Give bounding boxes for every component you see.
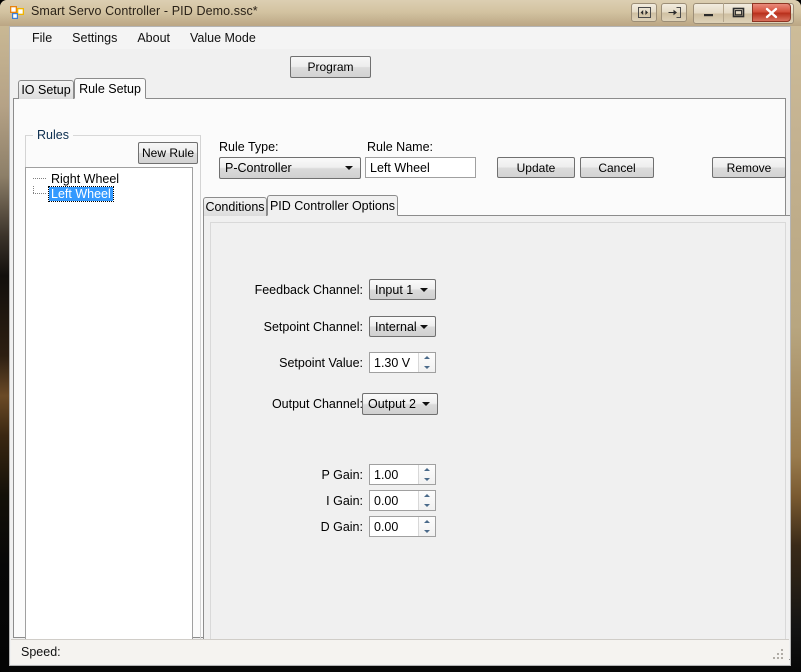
close-icon: [765, 7, 778, 18]
stepper-down-icon[interactable]: [419, 527, 435, 537]
chevron-down-icon: [422, 402, 430, 406]
tree-item-right-wheel[interactable]: Right Wheel: [26, 171, 192, 186]
rules-tree-view[interactable]: Right Wheel Left Wheel: [25, 167, 193, 651]
i-gain-stepper[interactable]: 0.00: [369, 490, 436, 511]
menu-item-settings[interactable]: Settings: [62, 28, 127, 48]
update-button[interactable]: Update: [497, 157, 575, 178]
detach-button[interactable]: [661, 3, 687, 22]
new-rule-button[interactable]: New Rule: [138, 142, 198, 164]
tree-connector-icon: [31, 186, 49, 201]
chevron-down-icon: [345, 166, 353, 170]
i-gain-value: 0.00: [374, 493, 399, 508]
panel-toggle-button[interactable]: [631, 3, 657, 22]
chevron-down-icon: [420, 324, 428, 329]
setpoint-value-stepper[interactable]: 1.30 V: [369, 352, 436, 373]
stepper-buttons[interactable]: [418, 465, 435, 484]
stepper-up-icon[interactable]: [419, 353, 435, 363]
panel-toggle-icon: [637, 7, 651, 18]
tree-connector-icon: [31, 171, 49, 186]
d-gain-label: D Gain:: [320, 520, 363, 534]
inner-tab-strip: Conditions PID Controller Options: [203, 195, 790, 216]
feedback-channel-value: Input 1: [375, 282, 414, 297]
cancel-button[interactable]: Cancel: [580, 157, 654, 178]
stepper-down-icon[interactable]: [419, 475, 435, 485]
program-button[interactable]: Program: [290, 56, 371, 78]
tree-item-label: Left Wheel: [48, 185, 114, 202]
close-button[interactable]: [752, 3, 791, 22]
app-icon: [10, 6, 24, 19]
i-gain-label: I Gain:: [326, 494, 363, 508]
chevron-down-icon: [420, 287, 428, 292]
status-bar: Speed:: [11, 639, 789, 664]
setpoint-channel-label: Setpoint Channel:: [263, 320, 363, 334]
rule-name-label: Rule Name:: [367, 140, 433, 154]
window-left-border: [0, 26, 9, 672]
output-channel-combobox[interactable]: Output 2: [362, 393, 438, 415]
window-right-border: [791, 26, 801, 672]
application-window: Smart Servo Controller - PID Demo.ssc* F…: [0, 0, 801, 672]
p-gain-label: P Gain:: [321, 468, 363, 482]
title-bar[interactable]: Smart Servo Controller - PID Demo.ssc*: [0, 0, 801, 26]
window-title: Smart Servo Controller - PID Demo.ssc*: [31, 4, 258, 18]
menu-item-about[interactable]: About: [127, 28, 180, 48]
remove-button[interactable]: Remove: [712, 157, 786, 178]
tree-item-left-wheel[interactable]: Left Wheel: [26, 185, 192, 202]
tab-conditions[interactable]: Conditions: [203, 197, 267, 216]
output-channel-value: Output 2: [368, 397, 416, 411]
client-area: File Settings About Value Mode Program I…: [9, 26, 791, 666]
rule-name-input[interactable]: Left Wheel: [365, 157, 476, 178]
d-gain-stepper[interactable]: 0.00: [369, 516, 436, 537]
d-gain-value: 0.00: [374, 519, 399, 534]
setpoint-channel-value: Internal: [375, 319, 417, 334]
detach-icon: [668, 7, 681, 18]
tab-rule-setup[interactable]: Rule Setup: [74, 78, 146, 99]
tree-item-label: Right Wheel: [51, 171, 120, 186]
p-gain-stepper[interactable]: 1.00: [369, 464, 436, 485]
menu-bar: File Settings About Value Mode: [10, 27, 790, 49]
output-channel-label: Output Channel:: [271, 397, 363, 411]
tab-pid-controller-options[interactable]: PID Controller Options: [267, 195, 398, 216]
rules-group-label: Rules: [33, 128, 73, 142]
stepper-up-icon[interactable]: [419, 491, 435, 501]
rule-type-label: Rule Type:: [219, 140, 279, 154]
status-speed-label: Speed:: [21, 645, 61, 659]
setpoint-value-value: 1.30 V: [374, 355, 411, 370]
rule-name-value: Left Wheel: [370, 160, 430, 175]
maximize-button[interactable]: [723, 3, 752, 22]
setpoint-value-label: Setpoint Value:: [279, 356, 363, 370]
outer-tab-strip: IO Setup Rule Setup: [13, 78, 786, 99]
stepper-buttons[interactable]: [418, 517, 435, 536]
rule-type-combobox[interactable]: P-Controller: [219, 157, 361, 179]
feedback-channel-combobox[interactable]: Input 1: [369, 279, 436, 300]
menu-item-value-mode[interactable]: Value Mode: [180, 28, 266, 48]
feedback-channel-label: Feedback Channel:: [254, 283, 363, 297]
stepper-down-icon[interactable]: [419, 501, 435, 511]
minimize-button[interactable]: [694, 3, 723, 22]
resize-grip[interactable]: [772, 648, 785, 661]
minimize-icon: [704, 14, 713, 17]
stepper-buttons[interactable]: [418, 491, 435, 510]
menu-item-file[interactable]: File: [22, 28, 62, 48]
stepper-down-icon[interactable]: [419, 363, 435, 373]
rule-type-value: P-Controller: [225, 161, 292, 175]
p-gain-value: 1.00: [374, 467, 399, 482]
stepper-up-icon[interactable]: [419, 517, 435, 527]
stepper-buttons[interactable]: [418, 353, 435, 372]
setpoint-channel-combobox[interactable]: Internal: [369, 316, 436, 337]
tab-io-setup[interactable]: IO Setup: [18, 80, 74, 99]
maximize-icon: [732, 7, 744, 18]
stepper-up-icon[interactable]: [419, 465, 435, 475]
